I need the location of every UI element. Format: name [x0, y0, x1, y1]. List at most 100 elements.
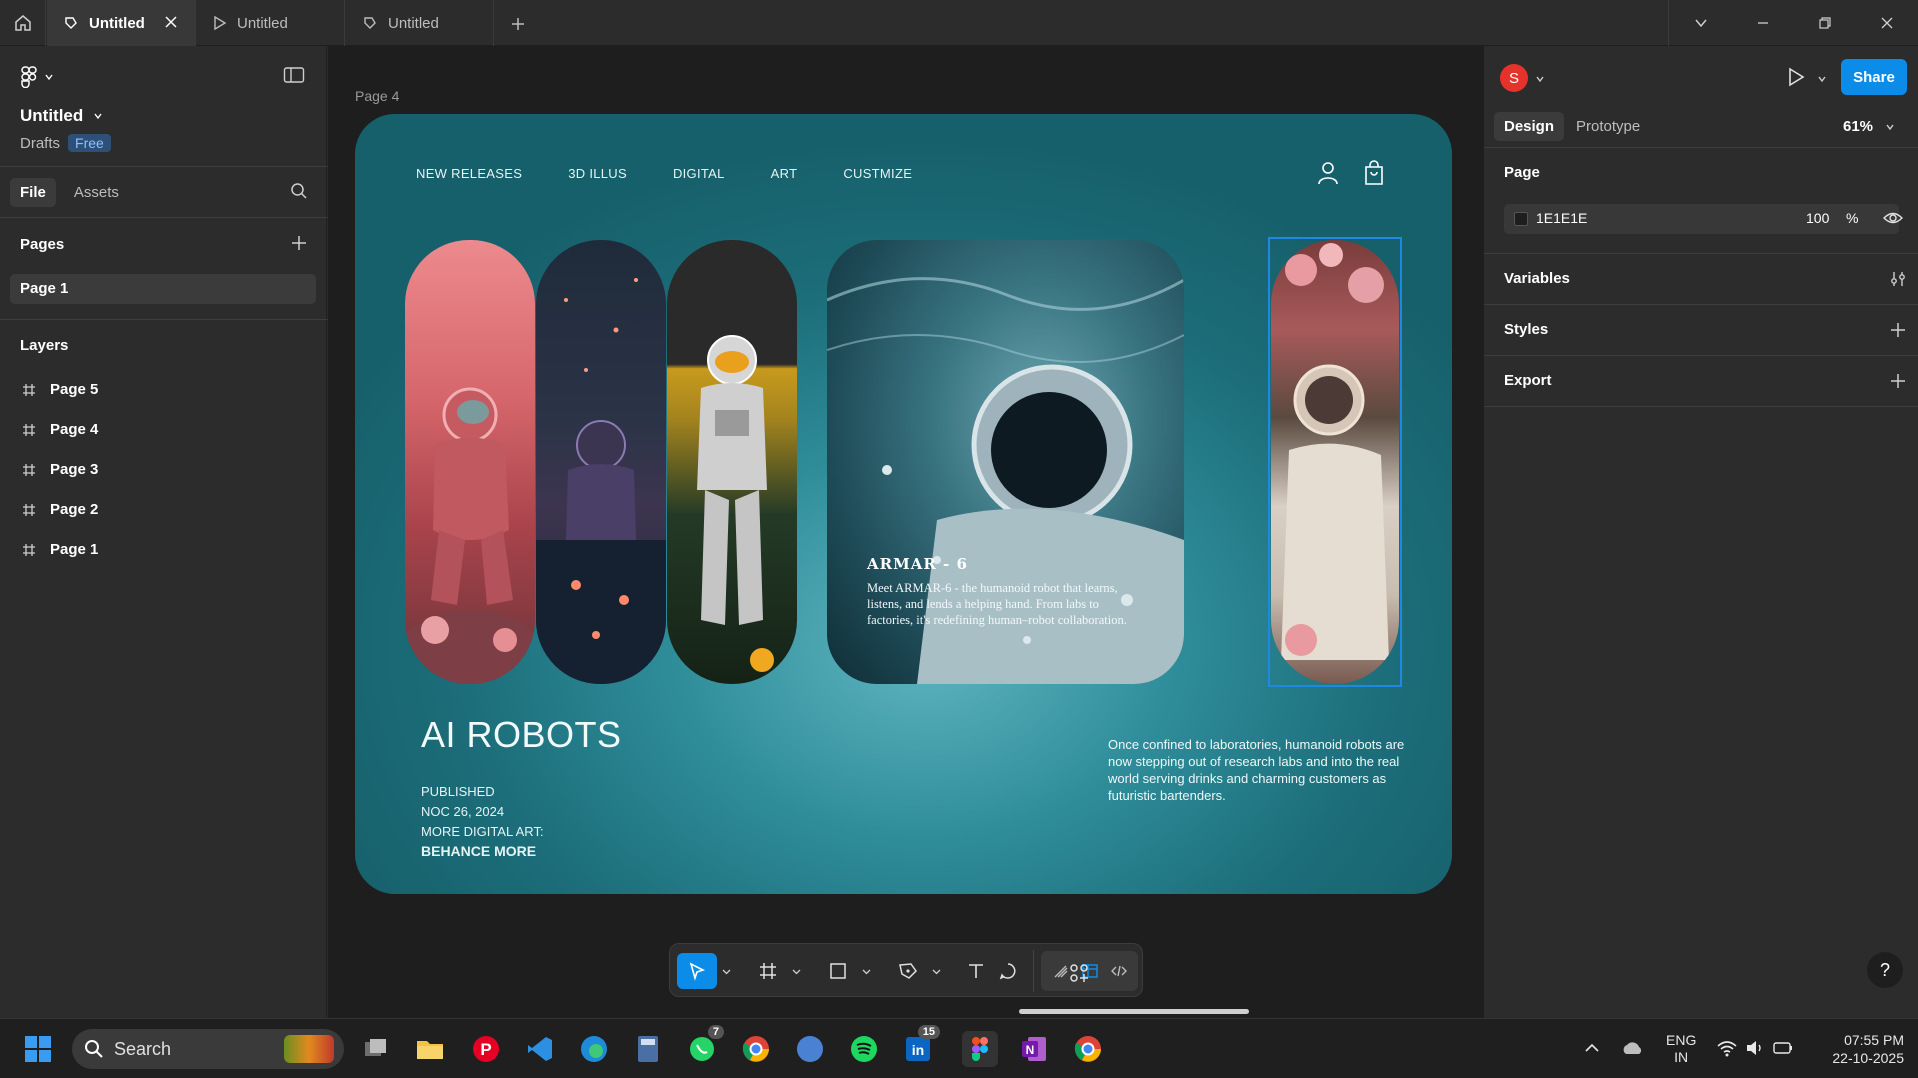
canva-button[interactable] [792, 1031, 828, 1067]
add-export-icon[interactable] [1889, 372, 1907, 390]
dev-mode-button[interactable] [1105, 953, 1133, 989]
onenote-button[interactable]: N [1016, 1031, 1052, 1067]
text-tool[interactable] [958, 953, 994, 989]
task-view-button[interactable] [358, 1031, 394, 1067]
frame-tool-dropdown[interactable] [789, 953, 803, 989]
pen-tool[interactable] [890, 953, 926, 989]
whatsapp-icon [690, 1037, 714, 1061]
file-name[interactable]: Untitled [20, 106, 103, 126]
wifi-icon[interactable] [1716, 1039, 1738, 1057]
shape-tool-dropdown[interactable] [859, 953, 873, 989]
layer-item[interactable]: Page 4 [22, 421, 98, 438]
pen-tool-dropdown[interactable] [929, 953, 943, 989]
frame-label[interactable]: Page 4 [355, 88, 399, 104]
file-explorer-button[interactable] [412, 1031, 448, 1067]
variables-settings-icon[interactable] [1889, 270, 1907, 288]
minimize-button[interactable] [1732, 0, 1794, 46]
pinterest-button[interactable]: P [468, 1031, 504, 1067]
tab-untitled-2[interactable]: Untitled [197, 0, 345, 46]
tab-prototype[interactable]: Prototype [1566, 112, 1650, 141]
restore-button[interactable] [1794, 0, 1856, 46]
pinterest-icon: P [473, 1036, 499, 1062]
eye-icon[interactable] [1883, 210, 1903, 226]
canva-icon [797, 1036, 823, 1062]
chrome-button[interactable] [738, 1031, 774, 1067]
layer-item[interactable]: Page 5 [22, 381, 98, 398]
divider [1668, 0, 1669, 46]
spotify-button[interactable] [846, 1031, 882, 1067]
divider [1484, 406, 1918, 407]
move-tool[interactable] [677, 953, 717, 989]
figma-logo-icon [972, 1037, 988, 1061]
tab-design[interactable]: Design [1494, 112, 1565, 141]
tabs-dropdown-button[interactable] [1670, 0, 1732, 46]
code-icon [1111, 965, 1127, 977]
nav-3d-illus: 3D ILLUS [568, 166, 627, 181]
text-icon [969, 964, 983, 978]
volume-icon[interactable] [1745, 1039, 1765, 1057]
color-swatch[interactable] [1514, 212, 1528, 226]
horizontal-scrollbar[interactable] [1019, 1009, 1249, 1014]
actions-tool[interactable] [1022, 953, 1032, 989]
canvas[interactable]: Page 4 NEW RELEASES 3D ILLUS DIGITAL ART… [328, 46, 1483, 1018]
language-indicator[interactable]: ENG IN [1666, 1032, 1696, 1066]
drafts-label[interactable]: Drafts [20, 135, 60, 152]
cursor-icon [689, 962, 706, 981]
close-tab-icon[interactable] [163, 14, 179, 30]
task-view-icon [365, 1039, 386, 1056]
layer-item[interactable]: Page 2 [22, 501, 98, 518]
svg-text:P: P [480, 1040, 491, 1059]
divider [1484, 304, 1918, 305]
chevron-up-icon[interactable] [1584, 1041, 1600, 1055]
figma-button[interactable] [962, 1031, 998, 1067]
vscode-button[interactable] [522, 1031, 558, 1067]
zoom-dropdown[interactable]: 61% [1843, 118, 1895, 135]
calculator-button[interactable] [630, 1031, 666, 1067]
linkedin-icon: in [906, 1037, 930, 1061]
clock[interactable]: 07:55 PM 22-10-2025 [1812, 1031, 1904, 1067]
left-panel: Untitled Drafts Free File Assets Pages P… [0, 46, 327, 1018]
page-item-page-1[interactable]: Page 1 [10, 274, 316, 304]
chevron-down-icon[interactable] [1535, 74, 1545, 84]
add-style-icon[interactable] [1889, 321, 1907, 339]
nav-customize: CUSTMIZE [843, 166, 913, 181]
comment-tool[interactable] [990, 953, 1026, 989]
share-button[interactable]: Share [1841, 59, 1907, 95]
frame-tool[interactable] [750, 953, 786, 989]
tab-assets[interactable]: Assets [64, 178, 129, 207]
avatar[interactable]: S [1500, 64, 1528, 92]
toggle-sidebar-button[interactable] [283, 66, 305, 89]
page-fill-row[interactable]: 1E1E1E 100 % [1504, 204, 1899, 234]
chrome-profile-button[interactable] [1070, 1031, 1106, 1067]
tab-untitled-3[interactable]: Untitled [346, 0, 494, 46]
tab-bar: Untitled Untitled Untitled [0, 0, 1918, 46]
move-tool-dropdown[interactable] [719, 953, 733, 989]
search-layers-button[interactable] [290, 182, 308, 205]
present-icon[interactable] [1786, 66, 1806, 88]
edge-button[interactable] [576, 1031, 612, 1067]
whatsapp-button[interactable]: 7 [684, 1025, 724, 1067]
onedrive-icon[interactable] [1620, 1039, 1644, 1057]
shape-tool[interactable] [820, 953, 856, 989]
help-button[interactable]: ? [1867, 952, 1903, 988]
tab-untitled-1[interactable]: Untitled [47, 0, 196, 46]
taskbar-search[interactable]: Search [72, 1029, 344, 1069]
tab-label: Untitled [89, 14, 145, 32]
start-button[interactable] [20, 1031, 56, 1067]
close-window-button[interactable] [1856, 0, 1918, 46]
home-button[interactable] [0, 0, 46, 46]
main-menu-button[interactable] [20, 66, 54, 88]
battery-icon[interactable] [1772, 1039, 1794, 1057]
linkedin-button[interactable]: in 15 [900, 1025, 940, 1067]
add-page-button[interactable] [290, 234, 308, 257]
layer-item[interactable]: Page 1 [22, 541, 98, 558]
actions-button[interactable] [1068, 962, 1090, 989]
new-tab-button[interactable] [504, 10, 532, 38]
design-frame[interactable]: NEW RELEASES 3D ILLUS DIGITAL ART CUSTMI… [355, 114, 1452, 894]
page-color-hex[interactable]: 1E1E1E [1536, 210, 1587, 226]
chevron-down-icon[interactable] [1817, 74, 1827, 84]
page-opacity[interactable]: 100 [1806, 210, 1829, 226]
tab-file[interactable]: File [10, 178, 56, 207]
layer-item[interactable]: Page 3 [22, 461, 98, 478]
percent-sign: % [1846, 210, 1859, 226]
